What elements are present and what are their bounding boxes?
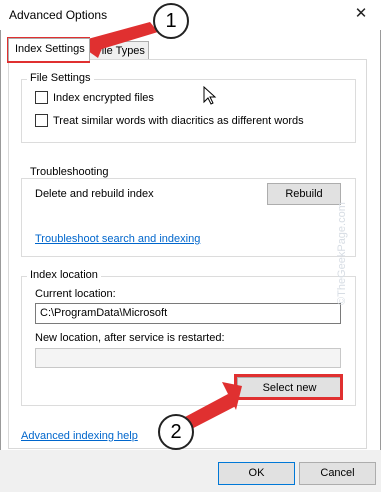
tab-index-settings-label: Index Settings <box>15 43 85 55</box>
step-marker-2: 2 <box>158 414 194 450</box>
step-marker-1: 1 <box>153 3 189 39</box>
tab-index-settings[interactable]: Index Settings <box>8 38 90 61</box>
annotation-arrows-icon <box>78 22 242 436</box>
